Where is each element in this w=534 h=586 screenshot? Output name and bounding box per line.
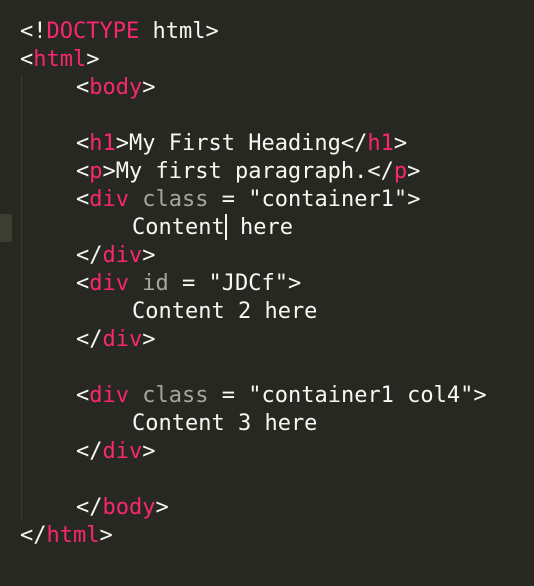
div1-close-gt: > <box>142 243 156 268</box>
div2-value: "JDCf" <box>208 271 288 296</box>
code-line-blank[interactable] <box>0 466 534 494</box>
div3-tag: div <box>89 383 129 408</box>
code-line-doctype[interactable]: <!DOCTYPE html> <box>0 18 534 46</box>
html-close-tag: html <box>46 523 100 548</box>
div1-value: "container1" <box>248 187 408 212</box>
html-open-gt: > <box>86 47 100 72</box>
code-line-div3-open[interactable]: <div class = "container1 col4"> <box>0 382 534 410</box>
div1-close-tag: div <box>102 243 143 268</box>
p-tag: p <box>89 159 103 184</box>
div2-gt: > <box>287 271 302 296</box>
html-close-gt: > <box>99 523 113 548</box>
doctype-open: <! <box>20 19 47 44</box>
code-editor[interactable]: <!DOCTYPE html> <html> <body> <h1>My Fir… <box>0 0 534 586</box>
content2-text: Content 2 here <box>132 299 318 324</box>
div1-lt: < <box>76 187 90 212</box>
div1-eq: = <box>208 187 249 212</box>
div3-lt: < <box>76 383 90 408</box>
div2-lt: < <box>76 271 90 296</box>
div3-value: "container1 col4" <box>248 383 474 408</box>
div1-tag: div <box>89 187 129 212</box>
h1-tag: h1 <box>89 131 116 156</box>
code-line-div3-close[interactable]: </div> <box>0 438 534 466</box>
code-line-content3[interactable]: Content 3 here <box>0 410 534 438</box>
p-text: My first paragraph. <box>115 159 368 184</box>
div1-close-lt: </ <box>76 243 103 268</box>
code-line-div1-close[interactable]: </div> <box>0 242 534 270</box>
div3-eq: = <box>208 383 249 408</box>
p-close-tag: p <box>393 159 408 184</box>
p-close-gt: > <box>407 159 421 184</box>
code-line-div2-close[interactable]: </div> <box>0 326 534 354</box>
body-open-lt: < <box>76 75 90 100</box>
body-close-lt: </ <box>76 495 103 520</box>
div3-gt: > <box>473 383 487 408</box>
p-close-lt: </ <box>367 159 394 184</box>
div2-close-gt: > <box>142 327 156 352</box>
h1-text: My First Heading <box>129 131 341 156</box>
html-open-lt: < <box>20 47 34 72</box>
div2-eq: = <box>168 271 209 296</box>
code-line-blank[interactable] <box>0 354 534 382</box>
h1-open-lt: < <box>76 131 90 156</box>
p-open-lt: < <box>76 159 90 184</box>
h1-close-gt: > <box>393 131 408 156</box>
code-line-div2-open[interactable]: <div id = "JDCf"> <box>0 270 534 298</box>
body-open-gt: > <box>142 75 156 100</box>
div1-gt: > <box>407 187 421 212</box>
body-close-gt: > <box>155 495 169 520</box>
content1-text-b: here <box>226 215 293 240</box>
h1-close-tag: h1 <box>367 131 394 156</box>
div2-attribute: id <box>129 271 169 296</box>
div1-attribute: class <box>129 187 209 212</box>
div2-close-lt: </ <box>76 327 103 352</box>
body-tag: body <box>89 75 143 100</box>
content1-text-a: Content <box>132 215 225 240</box>
div3-close-lt: </ <box>76 439 103 464</box>
h1-close-lt: </ <box>340 131 368 156</box>
code-line-html-open[interactable]: <html> <box>0 46 534 74</box>
content3-text: Content 3 here <box>132 411 318 436</box>
code-line-content1[interactable]: Content here <box>0 213 534 242</box>
code-line-p[interactable]: <p>My first paragraph.</p> <box>0 158 534 186</box>
div3-attribute: class <box>129 383 209 408</box>
code-line-body-close[interactable]: </body> <box>0 494 534 522</box>
code-area[interactable]: <!DOCTYPE html> <html> <body> <h1>My Fir… <box>0 18 534 550</box>
doctype-rest: html> <box>139 19 219 44</box>
div2-tag: div <box>89 271 129 296</box>
p-open-gt: > <box>102 159 116 184</box>
code-line-content2[interactable]: Content 2 here <box>0 298 534 326</box>
div3-close-gt: > <box>142 439 156 464</box>
body-close-tag: body <box>102 495 156 520</box>
div2-close-tag: div <box>102 327 143 352</box>
html-tag: html <box>33 47 87 72</box>
doctype-keyword: DOCTYPE <box>46 19 140 44</box>
code-line-h1[interactable]: <h1>My First Heading</h1> <box>0 130 534 158</box>
div3-close-tag: div <box>102 439 143 464</box>
html-close-lt: </ <box>20 523 47 548</box>
code-line-html-close[interactable]: </html> <box>0 522 534 550</box>
code-line-body-open[interactable]: <body> <box>0 74 534 102</box>
h1-open-gt: > <box>115 131 129 156</box>
code-line-div1-open[interactable]: <div class = "container1"> <box>0 186 534 214</box>
code-line-blank[interactable] <box>0 102 534 130</box>
